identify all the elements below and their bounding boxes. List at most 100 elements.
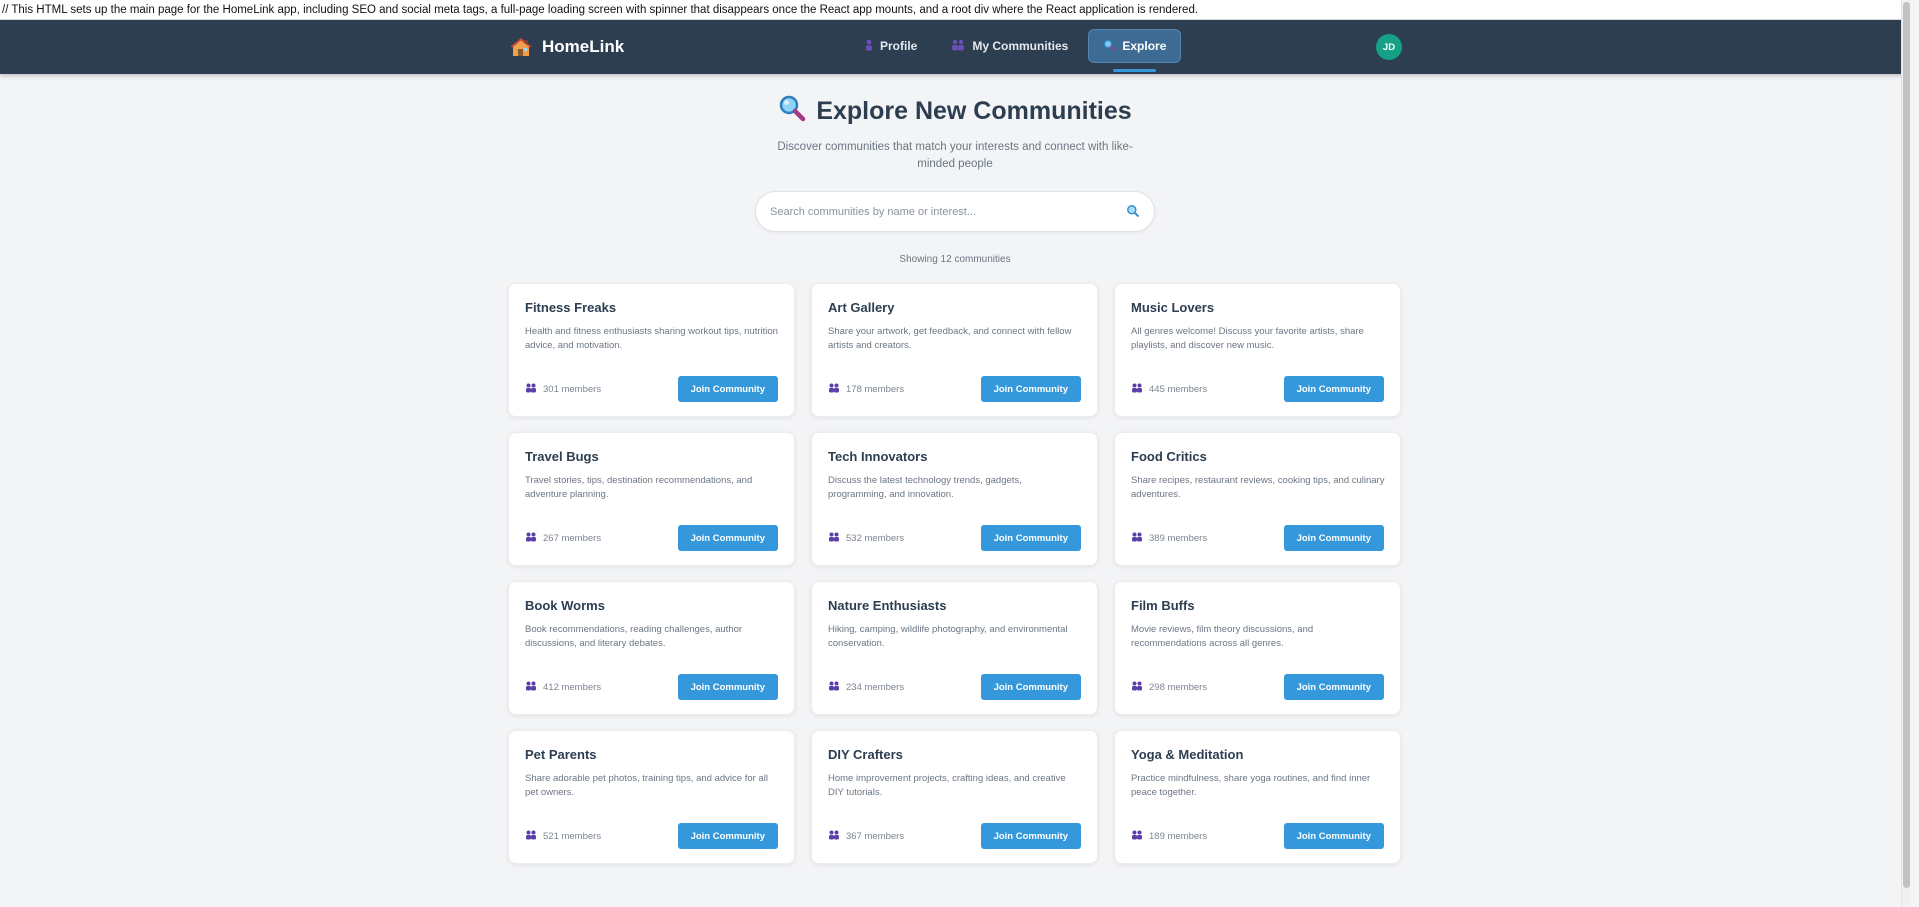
hero-section: Explore New Communities Discover communi… bbox=[0, 94, 1910, 173]
people-icon bbox=[525, 681, 537, 694]
member-count-text: 178 members bbox=[846, 383, 905, 395]
community-name: Fitness Freaks bbox=[525, 300, 617, 315]
avatar[interactable]: JD bbox=[1376, 34, 1402, 60]
member-count-text: 301 members bbox=[543, 383, 602, 395]
people-icon bbox=[951, 39, 965, 54]
community-name: Book Worms bbox=[525, 598, 605, 613]
join-community-button[interactable]: Join Community bbox=[980, 674, 1081, 700]
join-community-button[interactable]: Join Community bbox=[980, 525, 1081, 551]
community-card[interactable]: Art Gallery Share your artwork, get feedb… bbox=[811, 283, 1098, 417]
member-count: 389 members bbox=[1131, 532, 1207, 545]
community-name: Tech Innovators bbox=[828, 449, 928, 464]
join-community-button[interactable]: Join Community bbox=[677, 674, 778, 700]
join-community-button[interactable]: Join Community bbox=[1283, 823, 1384, 849]
member-count: 532 members bbox=[828, 532, 904, 545]
community-description: Travel stories, tips, destination recomm… bbox=[525, 475, 753, 500]
join-community-button[interactable]: Join Community bbox=[980, 376, 1081, 402]
source-comment: // This HTML sets up the main page for t… bbox=[0, 0, 1910, 20]
community-description: Book recommendations, reading challenges… bbox=[525, 624, 743, 649]
member-count: 301 members bbox=[525, 383, 601, 396]
page-title: Explore New Communities bbox=[778, 94, 1132, 129]
scrollbar-thumb[interactable] bbox=[1903, 2, 1910, 888]
community-card[interactable]: Film Buffs Movie reviews, film theory dis… bbox=[1114, 581, 1401, 715]
community-card[interactable]: Yoga & Meditation Practice mindfulness, s… bbox=[1114, 730, 1401, 864]
community-description: Home improvement projects, crafting idea… bbox=[828, 773, 1066, 798]
community-description: Discuss the latest technology trends, ga… bbox=[828, 475, 1022, 500]
community-description: Share recipes, restaurant reviews, cooki… bbox=[1131, 475, 1385, 500]
member-count-text: 234 members bbox=[846, 681, 905, 693]
page: // This HTML sets up the main page for t… bbox=[0, 0, 1910, 907]
nav-explore[interactable]: Explore bbox=[1088, 29, 1182, 72]
card-footer: 267 members Join Community bbox=[525, 525, 778, 551]
people-icon bbox=[828, 532, 840, 545]
card-footer: 298 members Join Community bbox=[1131, 674, 1384, 700]
navbar: HomeLink Profile My Communities Explore bbox=[0, 20, 1910, 74]
people-icon bbox=[828, 383, 840, 396]
member-count: 234 members bbox=[828, 681, 904, 694]
community-card[interactable]: Fitness Freaks Health and fitness enthusi… bbox=[508, 283, 795, 417]
community-name: Yoga & Meditation bbox=[1131, 747, 1244, 762]
community-name: Film Buffs bbox=[1131, 598, 1195, 613]
search-bar bbox=[755, 191, 1155, 232]
main-nav: Profile My Communities Explore bbox=[851, 29, 1182, 72]
member-count-text: 298 members bbox=[1149, 681, 1208, 693]
member-count: 178 members bbox=[828, 383, 904, 396]
join-community-button[interactable]: Join Community bbox=[677, 823, 778, 849]
community-card[interactable]: Tech Innovators Discuss the latest techno… bbox=[811, 432, 1098, 566]
brand-link[interactable]: HomeLink bbox=[510, 20, 624, 74]
join-community-button[interactable]: Join Community bbox=[1283, 525, 1384, 551]
community-card[interactable]: Book Worms Book recommendations, reading … bbox=[508, 581, 795, 715]
card-footer: 445 members Join Community bbox=[1131, 376, 1384, 402]
community-name: Music Lovers bbox=[1131, 300, 1215, 315]
community-card[interactable]: Nature Enthusiasts Hiking, camping, wildl… bbox=[811, 581, 1098, 715]
card-footer: 234 members Join Community bbox=[828, 674, 1081, 700]
search-icon[interactable] bbox=[1126, 204, 1140, 223]
join-community-button[interactable]: Join Community bbox=[980, 823, 1081, 849]
member-count: 189 members bbox=[1131, 830, 1207, 843]
member-count-text: 532 members bbox=[846, 532, 905, 544]
join-community-button[interactable]: Join Community bbox=[677, 376, 778, 402]
people-icon bbox=[525, 830, 537, 843]
community-card[interactable]: Music Lovers All genres welcome! Discuss … bbox=[1114, 283, 1401, 417]
community-name: Food Critics bbox=[1131, 449, 1207, 464]
join-community-button[interactable]: Join Community bbox=[1283, 674, 1384, 700]
community-name: DIY Crafters bbox=[828, 747, 903, 762]
community-grid: Fitness Freaks Health and fitness enthusi… bbox=[508, 283, 1401, 864]
magnifier-icon bbox=[778, 94, 806, 129]
scrollbar[interactable] bbox=[1901, 0, 1910, 907]
card-footer: 521 members Join Community bbox=[525, 823, 778, 849]
card-footer: 532 members Join Community bbox=[828, 525, 1081, 551]
nav-profile-label: Profile bbox=[880, 39, 918, 53]
nav-profile[interactable]: Profile bbox=[851, 29, 931, 63]
community-name: Pet Parents bbox=[525, 747, 597, 762]
member-count-text: 445 members bbox=[1149, 383, 1208, 395]
community-description: Share your artwork, get feedback, and co… bbox=[828, 326, 1072, 351]
member-count: 521 members bbox=[525, 830, 601, 843]
member-count: 267 members bbox=[525, 532, 601, 545]
nav-my-communities[interactable]: My Communities bbox=[937, 29, 1082, 63]
people-icon bbox=[828, 830, 840, 843]
join-community-button[interactable]: Join Community bbox=[1283, 376, 1384, 402]
house-icon bbox=[510, 37, 532, 57]
member-count-text: 367 members bbox=[846, 830, 905, 842]
community-description: Practice mindfulness, share yoga routine… bbox=[1131, 773, 1371, 798]
community-card[interactable]: Pet Parents Share adorable pet photos, tr… bbox=[508, 730, 795, 864]
people-icon bbox=[1131, 532, 1143, 545]
member-count-text: 412 members bbox=[543, 681, 602, 693]
nav-my-communities-label: My Communities bbox=[972, 39, 1069, 53]
community-description: All genres welcome! Discuss your favorit… bbox=[1131, 326, 1364, 351]
join-community-button[interactable]: Join Community bbox=[677, 525, 778, 551]
people-icon bbox=[525, 383, 537, 396]
community-card[interactable]: Travel Bugs Travel stories, tips, destina… bbox=[508, 432, 795, 566]
nav-explore-label: Explore bbox=[1122, 39, 1167, 53]
person-icon bbox=[865, 39, 873, 54]
card-footer: 178 members Join Community bbox=[828, 376, 1081, 402]
community-name: Travel Bugs bbox=[525, 449, 599, 464]
search-input[interactable] bbox=[770, 192, 1110, 231]
member-count: 367 members bbox=[828, 830, 904, 843]
member-count-text: 267 members bbox=[543, 532, 602, 544]
community-card[interactable]: Food Critics Share recipes, restaurant re… bbox=[1114, 432, 1401, 566]
community-card[interactable]: DIY Crafters Home improvement projects, c… bbox=[811, 730, 1098, 864]
community-description: Share adorable pet photos, training tips… bbox=[525, 773, 768, 798]
community-description: Movie reviews, film theory discussions, … bbox=[1131, 624, 1314, 649]
